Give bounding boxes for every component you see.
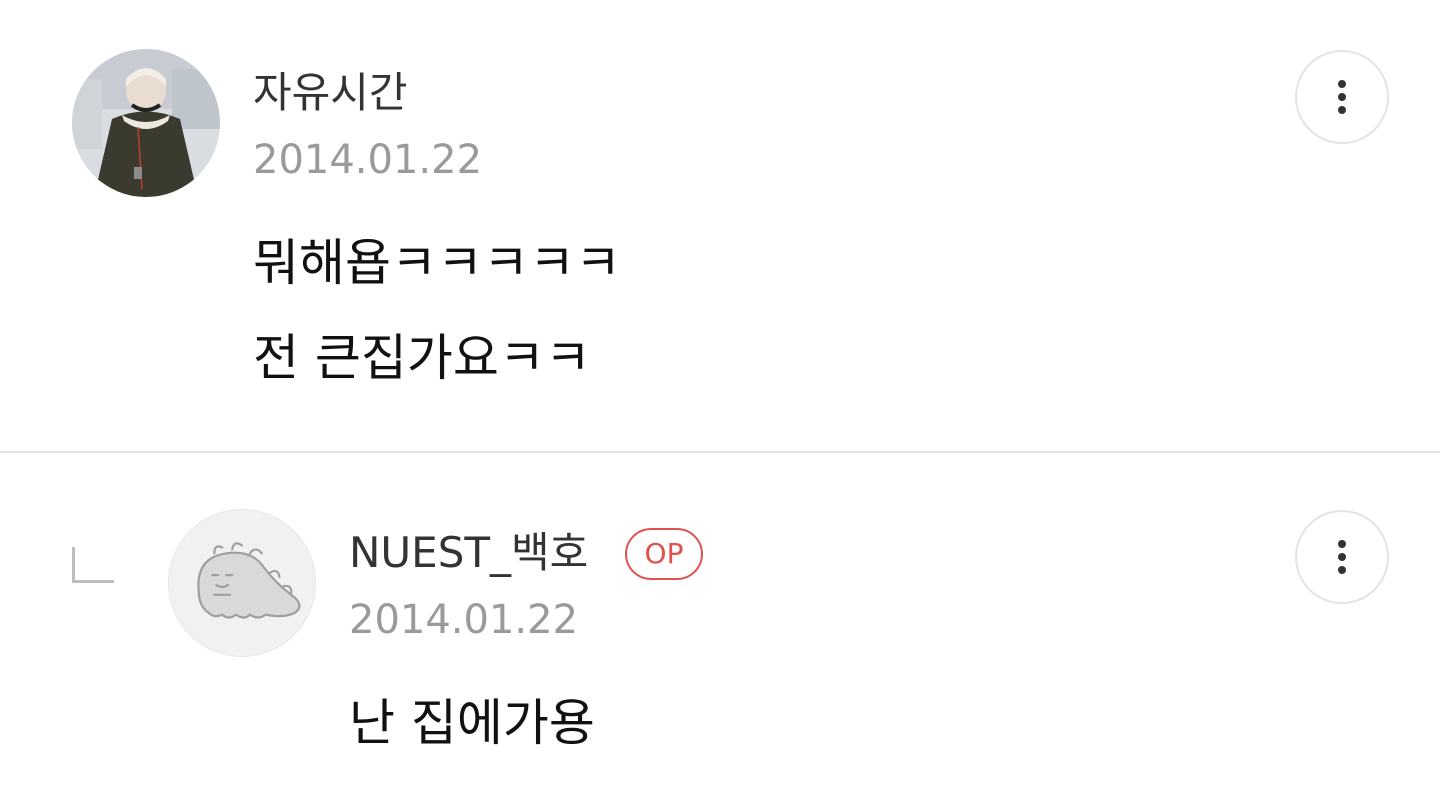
avatar[interactable] xyxy=(72,49,220,197)
comment-text-line: 난 집에가용 xyxy=(349,694,595,752)
more-vertical-icon xyxy=(1338,540,1346,574)
comment-text-line: 전 큰집가요ㅋㅋ xyxy=(253,329,591,387)
reply-comment-item: NUEST_백호 OP 2014.01.22 난 집에가용 xyxy=(0,452,1440,807)
more-options-button[interactable] xyxy=(1295,50,1389,144)
op-badge: OP xyxy=(625,528,703,580)
reply-indent-icon xyxy=(72,547,114,583)
comment-date: 2014.01.22 xyxy=(253,137,483,183)
more-options-button[interactable] xyxy=(1295,510,1389,604)
avatar-photo xyxy=(72,49,220,197)
comment-item: 자유시간 2014.01.22 뭐해욥ㅋㅋㅋㅋㅋ 전 큰집가요ㅋㅋ xyxy=(0,0,1440,451)
default-avatar-icon xyxy=(169,510,315,656)
comment-date: 2014.01.22 xyxy=(349,597,579,643)
comment-author[interactable]: NUEST_백호 xyxy=(349,532,588,574)
more-vertical-icon xyxy=(1338,80,1346,114)
avatar[interactable] xyxy=(168,509,316,657)
comment-author[interactable]: 자유시간 xyxy=(253,72,408,114)
comment-text-line: 뭐해욥ㅋㅋㅋㅋㅋ xyxy=(253,234,621,292)
